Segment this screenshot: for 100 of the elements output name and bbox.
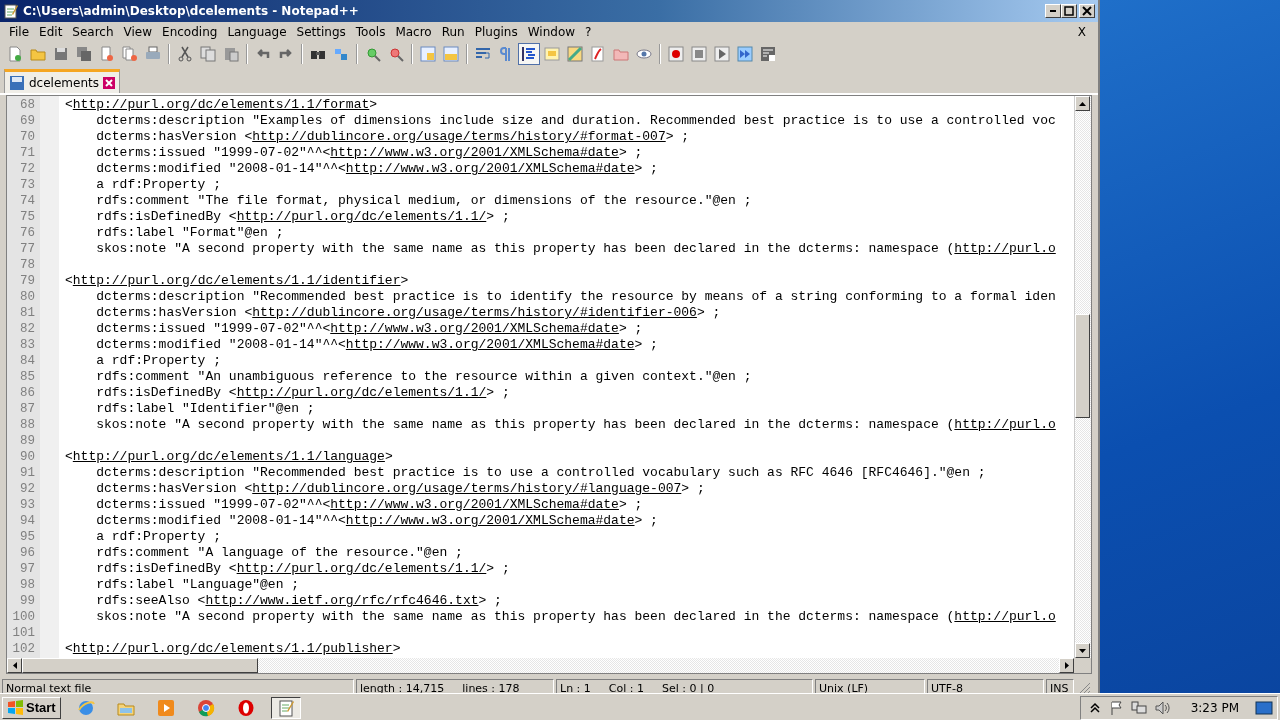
status-text: INS — [1050, 680, 1069, 696]
horizontal-scrollbar[interactable] — [7, 658, 1074, 673]
status-text: Col : 1 — [608, 680, 644, 696]
menu-item[interactable]: Encoding — [157, 24, 223, 39]
line-number: 89 — [19, 433, 36, 449]
link[interactable]: http://dublincore.org/usage/terms/history/#format-007 — [252, 129, 666, 144]
menu-item[interactable]: File — [4, 24, 35, 39]
code-line: rdfs:comment "An unambiguous reference to the resource within a given context."@en ; — [95, 369, 752, 385]
code-line: skos:note "A second property with the same name as this property has been declared in the dcterms: namespace (http://purl.o — [95, 241, 1056, 257]
link[interactable]: http://dublincore.org/usage/terms/history/#language-007 — [252, 481, 682, 496]
menu-item[interactable]: Edit — [34, 24, 68, 39]
status-text: lines : 178 — [462, 680, 520, 696]
link[interactable]: http://purl.o — [954, 241, 1056, 256]
scroll-left-button[interactable] — [7, 658, 22, 673]
line-number: 81 — [19, 305, 36, 321]
clock[interactable]: 3:23 PM — [1190, 700, 1239, 715]
menu-item[interactable]: Plugins — [469, 24, 523, 39]
floppy-icon — [9, 74, 25, 91]
status-text: Normal text file — [6, 680, 92, 696]
network-icon[interactable] — [1130, 699, 1147, 716]
line-number: 75 — [19, 209, 36, 225]
link[interactable]: http://purl.o — [954, 417, 1056, 432]
line-number: 83 — [19, 337, 36, 353]
scroll-down-button[interactable] — [1075, 643, 1090, 658]
close-icon[interactable] — [102, 76, 115, 89]
link[interactable]: http://purl.org/dc/elements/1.1/format — [72, 97, 370, 112]
flag-icon[interactable] — [1108, 699, 1123, 716]
line-number: 91 — [19, 465, 36, 481]
scrollbar-thumb[interactable] — [1075, 314, 1090, 418]
link[interactable]: http://www.w3.org/2001/XMLSchema#date — [330, 321, 619, 336]
link[interactable]: http://www.w3.org/2001/XMLSchema#date — [330, 145, 619, 160]
start-button[interactable]: Start — [2, 696, 61, 719]
line-number: 95 — [19, 529, 36, 545]
scroll-right-button[interactable] — [1059, 658, 1074, 673]
notepad-icon — [3, 3, 19, 19]
code-line: dcterms:hasVersion <http://dublincore.org/usage/terms/history/#format-007> ; — [95, 129, 690, 145]
link[interactable]: http://www.w3.org/2001/XMLSchema#date — [345, 161, 635, 176]
link[interactable]: http://purl.org/dc/elements/1.1/ — [236, 385, 487, 400]
code-line: skos:note "A second property with the same name as this property has been declared in the dcterms: namespace (http://purl.o — [95, 417, 1056, 433]
line-number: 99 — [19, 593, 36, 609]
language-icon — [544, 46, 560, 62]
toolbar-button[interactable] — [518, 43, 540, 65]
code-line: <http://purl.org/dc/elements/1.1/identifier> — [64, 273, 409, 289]
line-number: 94 — [19, 513, 36, 529]
vertical-scrollbar[interactable] — [1074, 96, 1091, 658]
link[interactable]: http://www.w3.org/2001/XMLSchema#date — [345, 513, 635, 528]
menu-item[interactable]: Window — [522, 24, 581, 39]
line-number: 74 — [19, 193, 36, 209]
menu-item[interactable]: Settings — [291, 24, 351, 39]
minimize-button[interactable] — [1045, 4, 1061, 18]
play-icon — [714, 46, 730, 62]
code-line: dcterms:description "Recommended best practice is to identify the resource by means of a string conforming to a formal iden — [95, 289, 1056, 305]
taskbar-button[interactable] — [270, 696, 301, 719]
line-number: 68 — [19, 97, 36, 113]
text-editor[interactable] — [6, 95, 1092, 674]
link[interactable]: http://purl.org/dc/elements/1.1/ — [236, 209, 487, 224]
menu-item[interactable]: View — [118, 24, 158, 39]
toolbar-button[interactable] — [711, 43, 733, 65]
code-line: dcterms:issued "1999-07-02"^^<http://www.w3.org/2001/XMLSchema#date> ; — [95, 497, 643, 513]
code-line: rdfs:comment "The file format, physical medium, or dimensions of the resource."@en ; — [95, 193, 752, 209]
scrollbar-thumb[interactable] — [22, 658, 258, 673]
link[interactable]: http://dublincore.org/usage/terms/history/#identifier-006 — [252, 305, 697, 320]
line-number: 101 — [11, 625, 36, 641]
code-line: dcterms:modified "2008-01-14"^^<http://www.w3.org/2001/XMLSchema#date> ; — [95, 161, 658, 177]
line-number: 79 — [19, 273, 36, 289]
link[interactable]: http://purl.org/dc/elements/1.1/language — [72, 449, 385, 464]
close-button[interactable] — [1079, 4, 1095, 18]
menu-item[interactable]: ? — [580, 24, 597, 39]
line-number: 90 — [19, 449, 36, 465]
link[interactable]: http://purl.org/dc/elements/1.1/ — [236, 561, 487, 576]
link[interactable]: http://purl.o — [954, 609, 1056, 624]
line-number: 86 — [19, 385, 36, 401]
window-title: C:\Users\admin\Desktop\dcelements - Notepad++ — [23, 4, 360, 18]
link[interactable]: http://www.w3.org/2001/XMLSchema#date — [345, 337, 635, 352]
speaker-icon[interactable] — [1154, 699, 1171, 716]
scroll-up-button[interactable] — [1075, 96, 1090, 111]
indent-guide-icon — [521, 46, 537, 62]
menu-item[interactable]: Search — [67, 24, 119, 39]
link[interactable]: http://purl.org/dc/elements/1.1/publisher — [72, 641, 393, 656]
link[interactable]: http://purl.org/dc/elements/1.1/identifier — [72, 273, 401, 288]
menu-item[interactable]: Tools — [350, 24, 391, 39]
link[interactable]: http://www.ietf.org/rfc/rfc4646.txt — [205, 593, 479, 608]
line-number: 73 — [19, 177, 36, 193]
line-number: 87 — [19, 401, 36, 417]
show-desktop-icon[interactable] — [1255, 699, 1273, 716]
menu-item[interactable]: Language — [222, 24, 292, 39]
scrollbar-corner — [1074, 658, 1091, 673]
close-document-button[interactable]: X — [1069, 24, 1094, 39]
scissors-icon — [177, 46, 193, 62]
maximize-button[interactable] — [1061, 4, 1077, 18]
menu-item[interactable]: Run — [436, 24, 470, 39]
chevron-up-icon[interactable] — [1088, 700, 1101, 715]
menu-item[interactable]: Macro — [390, 24, 437, 39]
code-line: rdfs:seeAlso <http://www.ietf.org/rfc/rfc4646.txt> ; — [95, 593, 502, 609]
link[interactable]: http://www.w3.org/2001/XMLSchema#date — [330, 497, 619, 512]
code-line: a rdf:Property ; — [95, 353, 222, 369]
file-tab[interactable]: dcelements — [4, 69, 120, 93]
down-arrow-icon — [1078, 646, 1087, 655]
line-number: 82 — [19, 321, 36, 337]
code-line: dcterms:issued "1999-07-02"^^<http://www.w3.org/2001/XMLSchema#date> ; — [95, 145, 643, 161]
